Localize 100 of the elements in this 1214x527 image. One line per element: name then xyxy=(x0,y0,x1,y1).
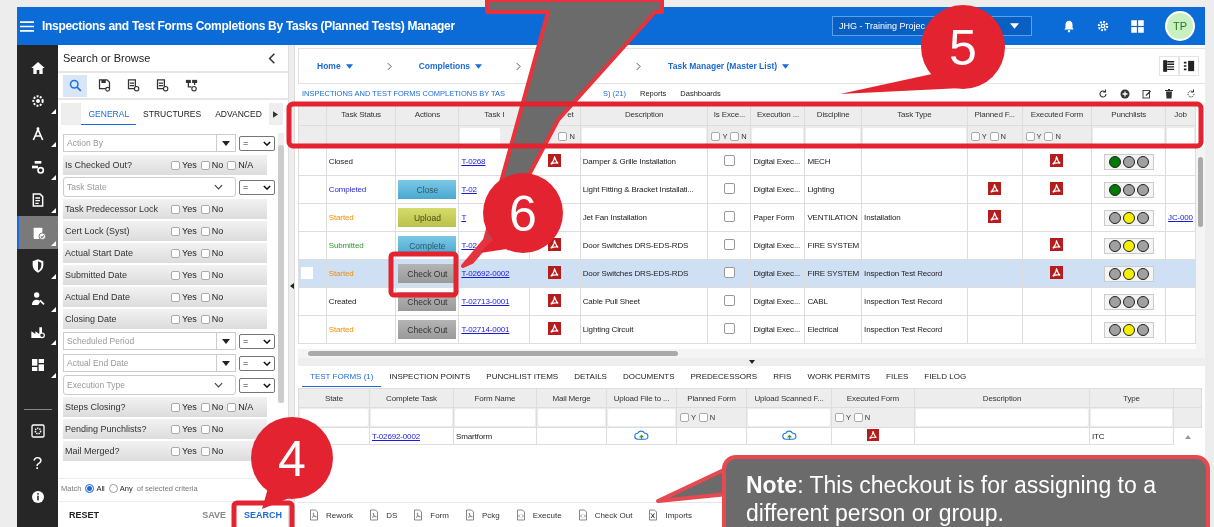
filter-field[interactable] xyxy=(1091,409,1172,426)
detail-tab[interactable]: DOCUMENTS xyxy=(614,366,683,387)
checkbox[interactable] xyxy=(723,295,735,306)
checkbox[interactable] xyxy=(200,292,210,302)
checkbox[interactable] xyxy=(171,402,180,412)
checkbox[interactable] xyxy=(989,132,999,141)
checkbox[interactable] xyxy=(171,226,180,236)
collapse-arrow-icon[interactable] xyxy=(748,360,755,364)
checkbox[interactable] xyxy=(723,155,735,166)
filter-field[interactable] xyxy=(748,409,830,426)
view-toggle-button[interactable] xyxy=(1159,56,1179,76)
operator-select[interactable]: = xyxy=(239,355,275,371)
radio-button[interactable] xyxy=(85,483,95,493)
cloud-upload-icon[interactable] xyxy=(634,429,649,441)
toolbar-button[interactable]: Imports xyxy=(647,509,693,521)
panel-action-button[interactable]: RESET xyxy=(61,505,107,524)
detail-tab[interactable]: PREDECESSORS xyxy=(682,366,766,387)
checkbox[interactable] xyxy=(680,413,689,422)
action-button[interactable]: Check Out xyxy=(398,320,457,339)
toolbar-button[interactable]: DS xyxy=(368,509,398,521)
pdf-icon[interactable] xyxy=(988,182,1002,195)
column-header[interactable]: Job xyxy=(1174,110,1187,119)
checkbox[interactable] xyxy=(1025,132,1035,141)
checkbox[interactable] xyxy=(723,267,735,278)
checkbox[interactable] xyxy=(970,132,980,141)
checkbox[interactable] xyxy=(200,270,210,280)
cloud-upload-icon[interactable] xyxy=(781,429,797,441)
pdf-icon[interactable] xyxy=(548,322,562,335)
checkbox[interactable] xyxy=(200,204,210,214)
panel-action-button[interactable]: SEARCH xyxy=(240,507,286,522)
checkbox[interactable] xyxy=(730,132,740,141)
checkbox[interactable] xyxy=(171,314,180,324)
action-button[interactable]: Check Out xyxy=(398,264,457,283)
scrollbar[interactable] xyxy=(1196,147,1205,358)
checkbox[interactable] xyxy=(171,248,180,258)
checkbox[interactable] xyxy=(171,424,180,434)
column-header[interactable]: Actions xyxy=(414,110,440,119)
refresh-icon[interactable] xyxy=(1097,87,1109,100)
breadcrumb-link[interactable]: Task Manager (Master List) xyxy=(668,61,790,71)
checkbox[interactable] xyxy=(171,204,180,214)
punchlist-indicator[interactable] xyxy=(1103,209,1154,226)
toolbar-button[interactable]: Form xyxy=(412,509,449,521)
toolbar-button[interactable]: Rework xyxy=(308,509,354,521)
column-header[interactable]: Punchlists xyxy=(1111,110,1147,119)
checkbox[interactable] xyxy=(200,226,210,236)
checkbox[interactable] xyxy=(698,413,708,422)
checkbox[interactable] xyxy=(171,270,180,280)
info-icon[interactable] xyxy=(29,488,46,505)
checkbox[interactable] xyxy=(200,248,210,258)
column-header[interactable]: Type xyxy=(1123,393,1140,403)
pdf-icon[interactable] xyxy=(548,294,562,307)
detail-tab[interactable]: PUNCHLIST ITEMS xyxy=(478,366,567,387)
action-button[interactable]: Close xyxy=(398,180,457,199)
column-header[interactable]: et xyxy=(567,110,574,119)
action-button[interactable]: Upload xyxy=(398,208,457,227)
checkbox[interactable] xyxy=(200,160,210,170)
pdf-icon[interactable] xyxy=(1050,238,1064,251)
task-id-link[interactable]: T xyxy=(461,213,467,222)
scrollbar[interactable] xyxy=(298,349,1196,358)
column-header[interactable]: Task Type xyxy=(897,110,932,119)
pdf-icon[interactable] xyxy=(1050,182,1064,195)
apps-grid-icon[interactable] xyxy=(1130,18,1145,34)
checkbox[interactable] xyxy=(835,413,844,422)
toolbar-button[interactable]: Pckg xyxy=(463,509,500,521)
collapse-arrow-icon[interactable] xyxy=(289,283,294,289)
panel-tab[interactable]: STRUCTURES xyxy=(136,103,209,125)
checkbox[interactable] xyxy=(723,239,735,250)
detail-tab[interactable]: TEST FORMS (1) xyxy=(302,366,382,387)
column-header[interactable]: Description xyxy=(982,393,1022,403)
panel-tab[interactable]: GENERAL xyxy=(81,103,137,125)
filter-field[interactable] xyxy=(371,409,452,426)
punchlist-indicator[interactable] xyxy=(1103,265,1154,282)
checkbox[interactable] xyxy=(200,314,210,324)
punchlist-indicator[interactable] xyxy=(1103,293,1154,310)
operator-select[interactable]: = xyxy=(239,135,275,151)
radio-button[interactable] xyxy=(108,483,118,493)
operator-select[interactable]: = xyxy=(239,333,275,349)
breadcrumb-link[interactable]: Completions xyxy=(418,61,483,71)
checkbox[interactable] xyxy=(200,446,210,456)
operator-select[interactable]: = xyxy=(239,179,275,195)
panel-action-button[interactable]: SAVE xyxy=(194,505,234,524)
task-id-link[interactable]: T-0268 xyxy=(461,157,486,166)
view-toggle-button[interactable] xyxy=(1179,56,1199,76)
checkbox[interactable] xyxy=(171,292,180,302)
filter-field[interactable] xyxy=(916,409,1088,426)
checkbox[interactable] xyxy=(711,132,721,141)
checkbox[interactable] xyxy=(558,132,568,141)
checkbox[interactable] xyxy=(227,402,237,412)
scrollbar[interactable] xyxy=(278,133,284,403)
toolbar-button[interactable]: Execute xyxy=(514,509,562,521)
bell-icon[interactable] xyxy=(1062,19,1076,33)
operator-select[interactable]: = xyxy=(239,377,275,393)
pdf-icon[interactable] xyxy=(1050,154,1064,167)
detail-tab[interactable]: WORK PERMITS xyxy=(799,366,879,387)
user-avatar[interactable]: TP xyxy=(1165,11,1195,41)
task-id-link[interactable]: T-02 xyxy=(461,241,477,250)
column-header[interactable]: Task I xyxy=(484,110,505,119)
reset-icon[interactable] xyxy=(1185,87,1197,100)
scroll-up-icon[interactable] xyxy=(1184,434,1191,439)
filter-field[interactable] xyxy=(300,409,368,426)
